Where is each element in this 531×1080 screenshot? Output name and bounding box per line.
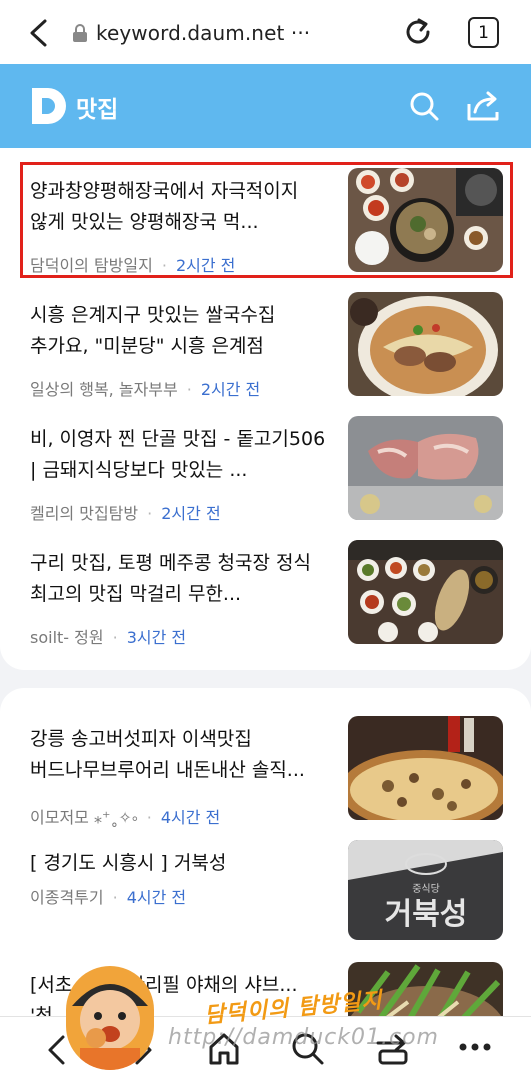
article-title[interactable]: 시흥 은계지구 맛있는 쌀국수집 추가요, "미분당" 시흥 은계점 — [30, 300, 328, 362]
article-thumbnail[interactable] — [348, 416, 503, 520]
lock-icon — [73, 24, 87, 42]
article-time: 2시간 전 — [200, 380, 261, 399]
share-icon[interactable] — [466, 90, 500, 122]
article-source: 켈리의 맛집탐방 — [30, 504, 139, 523]
browser-address-bar: keyword.daum.net ··· 1 — [0, 0, 531, 64]
article-thumbnail[interactable]: 중식당 거북성 — [348, 840, 503, 940]
article-time: 2시간 전 — [161, 504, 221, 523]
article-title[interactable]: 비, 이영자 찐 단골 맛집 - 돝고기506 | 금돼지식당보다 맛있는 ..… — [30, 424, 328, 486]
article-thumbnail[interactable] — [348, 540, 503, 644]
article-meta: 이모저모 ⁎⁺˳✧༚ · 4시간 전 — [30, 808, 221, 827]
article-source: 이종격투기 — [30, 888, 104, 907]
url-bar[interactable]: keyword.daum.net ··· — [72, 18, 310, 48]
article-meta: 일상의 행복, 놀자부부 · 2시간 전 — [30, 380, 261, 399]
article-title[interactable]: 강릉 송고버섯피자 이색맛집 버드나무브루어리 내돈내산 솔직... — [30, 724, 328, 786]
article-item[interactable]: [ 경기도 시흥시 ] 거북성 이종격투기 · 4시간 전 중식당 거북성 — [30, 840, 503, 940]
article-item[interactable]: 비, 이영자 찐 단골 맛집 - 돝고기506 | 금돼지식당보다 맛있는 ..… — [30, 416, 503, 523]
article-thumbnail[interactable] — [348, 716, 503, 820]
thumb-small-text: 중식당 — [412, 883, 440, 895]
highlight-box — [20, 162, 513, 278]
reload-icon[interactable] — [402, 16, 434, 48]
thumb-sign-text: 거북성 — [385, 897, 468, 932]
watermark-avatar — [66, 966, 154, 1070]
section-title: 맛집 — [76, 97, 119, 123]
article-item[interactable]: 구리 맛집, 토평 메주콩 청국장 정식 최고의 맛집 막걸리 무한... so… — [30, 540, 503, 647]
more-icon[interactable] — [458, 1037, 492, 1057]
article-source: soilt- 정원 — [30, 628, 104, 647]
url-text: keyword.daum.net ··· — [96, 21, 311, 45]
article-source: 일상의 행복, 놀자부부 — [30, 380, 178, 399]
article-item[interactable]: 시흥 은계지구 맛있는 쌀국수집 추가요, "미분당" 시흥 은계점 일상의 행… — [30, 292, 503, 399]
article-time: 3시간 전 — [126, 628, 187, 647]
article-meta: 켈리의 맛집탐방 · 2시간 전 — [30, 504, 221, 523]
article-time: 4시간 전 — [160, 808, 221, 827]
article-time: 4시간 전 — [126, 888, 187, 907]
watermark-url: http://damduck01.com — [168, 1025, 439, 1050]
back-arrow-icon[interactable] — [26, 18, 52, 48]
tab-count-button[interactable]: 1 — [468, 17, 499, 48]
article-source: 이모저모 ⁎⁺˳✧༚ — [30, 808, 138, 827]
search-icon[interactable] — [408, 90, 440, 122]
daum-header: 맛집 — [0, 64, 531, 148]
article-item[interactable]: 강릉 송고버섯피자 이색맛집 버드나무브루어리 내돈내산 솔직... 이모저모 … — [30, 716, 503, 827]
article-title[interactable]: 구리 맛집, 토평 메주콩 청국장 정식 최고의 맛집 막걸리 무한... — [30, 548, 328, 610]
back-icon[interactable] — [44, 1033, 70, 1067]
article-title[interactable]: [ 경기도 시흥시 ] 거북성 — [30, 848, 328, 879]
daum-logo-icon[interactable] — [30, 86, 68, 126]
article-thumbnail[interactable] — [348, 292, 503, 396]
article-meta: 이종격투기 · 4시간 전 — [30, 888, 187, 907]
article-meta: soilt- 정원 · 3시간 전 — [30, 628, 187, 647]
